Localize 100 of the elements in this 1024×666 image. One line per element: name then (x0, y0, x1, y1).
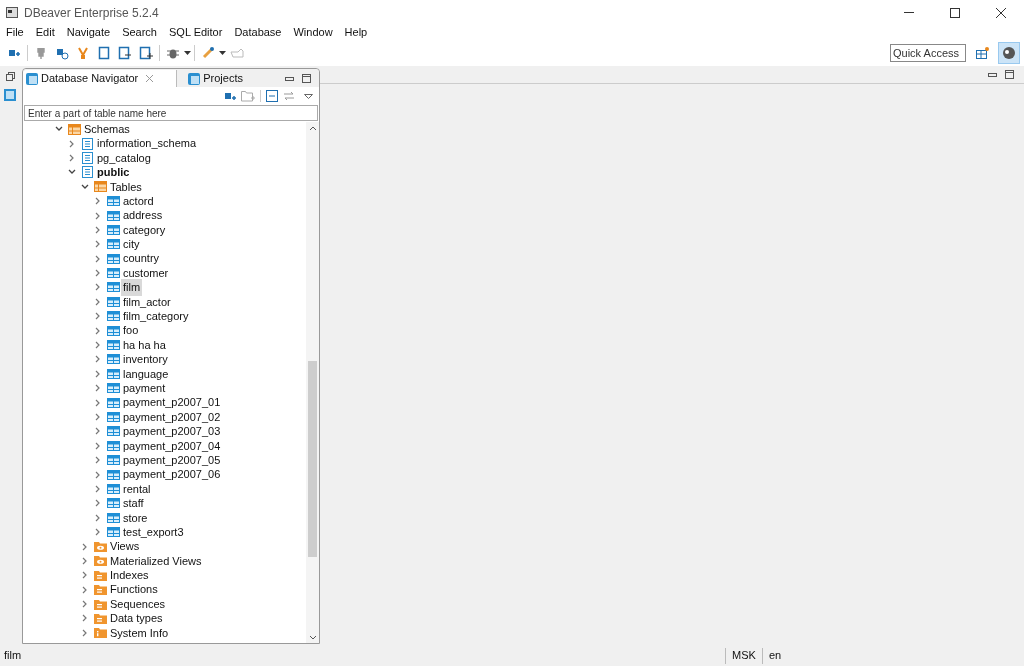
table-icon (106, 397, 120, 408)
tree-item[interactable]: Data types (108, 610, 165, 627)
restore-icon[interactable] (5, 72, 15, 81)
close-icon (996, 7, 1006, 18)
tree-item[interactable]: information_schema (95, 135, 199, 152)
tree-item[interactable]: Functions (108, 581, 160, 598)
menu-item[interactable]: Database (228, 24, 288, 41)
chevron-down-icon[interactable] (55, 126, 63, 133)
timezone-label: MSK (731, 648, 757, 664)
tree-item[interactable]: foo (121, 322, 141, 339)
table-icon (106, 282, 120, 293)
tree-item[interactable]: city (121, 236, 142, 253)
folder-eye-icon (93, 555, 107, 567)
table-icon (106, 469, 120, 480)
schema-icon (81, 137, 93, 150)
folder-icon (93, 584, 107, 596)
tree-item[interactable]: film_actor (121, 293, 173, 311)
panel-tab[interactable]: Projects (185, 70, 246, 87)
close-icon[interactable] (145, 74, 155, 83)
tree-item[interactable]: staff (121, 495, 146, 512)
tab-icon (188, 72, 201, 85)
tree-item[interactable]: payment_p2007_01 (121, 394, 223, 411)
menu-item[interactable]: SQL Editor (163, 24, 229, 41)
table-icon (106, 527, 120, 538)
tree-item[interactable]: Views (108, 538, 142, 555)
folder-info-icon (93, 627, 107, 639)
caret-icon[interactable] (184, 51, 191, 55)
table-icon (106, 426, 120, 437)
scrollbar[interactable] (306, 122, 319, 643)
tree-item[interactable]: pg_catalog (95, 149, 153, 167)
folder-icon (93, 569, 107, 581)
table-icon (106, 455, 120, 466)
maximize-icon[interactable] (1005, 70, 1014, 79)
menu-item[interactable]: File (0, 24, 30, 41)
tree-item[interactable]: actord (121, 192, 156, 210)
new-connection-icon[interactable] (224, 90, 236, 102)
table-filter-field[interactable]: Enter a part of table name here (24, 105, 318, 121)
tree-item[interactable]: payment (121, 380, 168, 397)
tree-item[interactable]: System Info (108, 624, 171, 642)
table-icon (106, 483, 120, 494)
table-icon (106, 239, 120, 250)
table-icon (106, 196, 120, 207)
tree-item[interactable]: category (121, 221, 168, 239)
minimize-icon (904, 12, 914, 13)
tree-item[interactable]: Materialized Views (108, 552, 204, 570)
collapse-all-icon[interactable] (266, 90, 278, 102)
table-icon (106, 368, 120, 379)
tree-item[interactable]: country (121, 250, 162, 267)
tree-item[interactable]: payment_p2007_02 (121, 408, 223, 426)
view-menu-icon[interactable] (304, 93, 313, 99)
tree-item[interactable]: inventory (121, 351, 170, 368)
minimize-icon[interactable] (988, 72, 997, 77)
scroll-down-icon[interactable] (308, 635, 317, 640)
tree-item[interactable]: public (95, 164, 132, 181)
minimize-icon[interactable] (285, 76, 294, 81)
tree-item[interactable]: rental (121, 480, 153, 498)
tree-item[interactable]: payment_p2007_06 (121, 466, 223, 483)
tree-item[interactable]: ha ha ha (121, 336, 168, 354)
table-icon (106, 311, 120, 322)
navigator-icon[interactable] (4, 89, 16, 101)
locale-label: en (767, 648, 783, 664)
menu-item[interactable]: Window (287, 24, 339, 41)
tree-item[interactable]: Tables (108, 178, 144, 195)
tree-item[interactable]: customer (121, 264, 171, 282)
panel-tab[interactable]: Database Navigator (23, 70, 178, 87)
maximize-icon[interactable] (302, 74, 311, 83)
tree-item[interactable]: Sequences (108, 595, 168, 613)
tree-item[interactable]: Schemas (82, 122, 132, 138)
caret-icon[interactable] (219, 51, 226, 55)
tree-item[interactable]: store (121, 509, 150, 526)
table-icon (106, 498, 120, 509)
tree-item[interactable]: Indexes (108, 567, 151, 584)
new-folder-icon[interactable] (241, 90, 255, 102)
schema-icon (81, 166, 93, 179)
tree-item[interactable]: film_category (121, 308, 191, 325)
tab-icon (26, 72, 38, 85)
maximize-icon (950, 7, 960, 18)
tree-item[interactable]: test_export3 (121, 523, 186, 541)
status-text: film (3, 648, 22, 664)
menu-item[interactable]: Edit (29, 24, 61, 41)
table-icon (106, 354, 120, 365)
tree-item[interactable]: address (121, 207, 165, 224)
menu-item[interactable]: Navigate (60, 24, 117, 41)
app-icon (6, 7, 18, 18)
folder-icon (93, 612, 107, 624)
folder-icon (93, 598, 107, 610)
scroll-up-icon[interactable] (308, 126, 317, 131)
link-icon[interactable] (283, 91, 295, 101)
menu-item[interactable]: Help (338, 24, 374, 41)
tree-item[interactable]: payment_p2007_03 (121, 423, 223, 440)
table-icon (106, 210, 120, 221)
table-icon (106, 383, 120, 394)
dbeaver-perspective-button[interactable] (998, 42, 1020, 64)
tree-item[interactable]: film (121, 279, 143, 296)
table-icon (106, 340, 120, 351)
window-title: DBeaver Enterprise 5.2.4 (24, 4, 159, 22)
quick-access-field[interactable]: Quick Access (890, 44, 966, 62)
table-icon (106, 440, 120, 451)
menu-item[interactable]: Search (116, 24, 163, 41)
tree-item[interactable]: language (121, 365, 171, 383)
